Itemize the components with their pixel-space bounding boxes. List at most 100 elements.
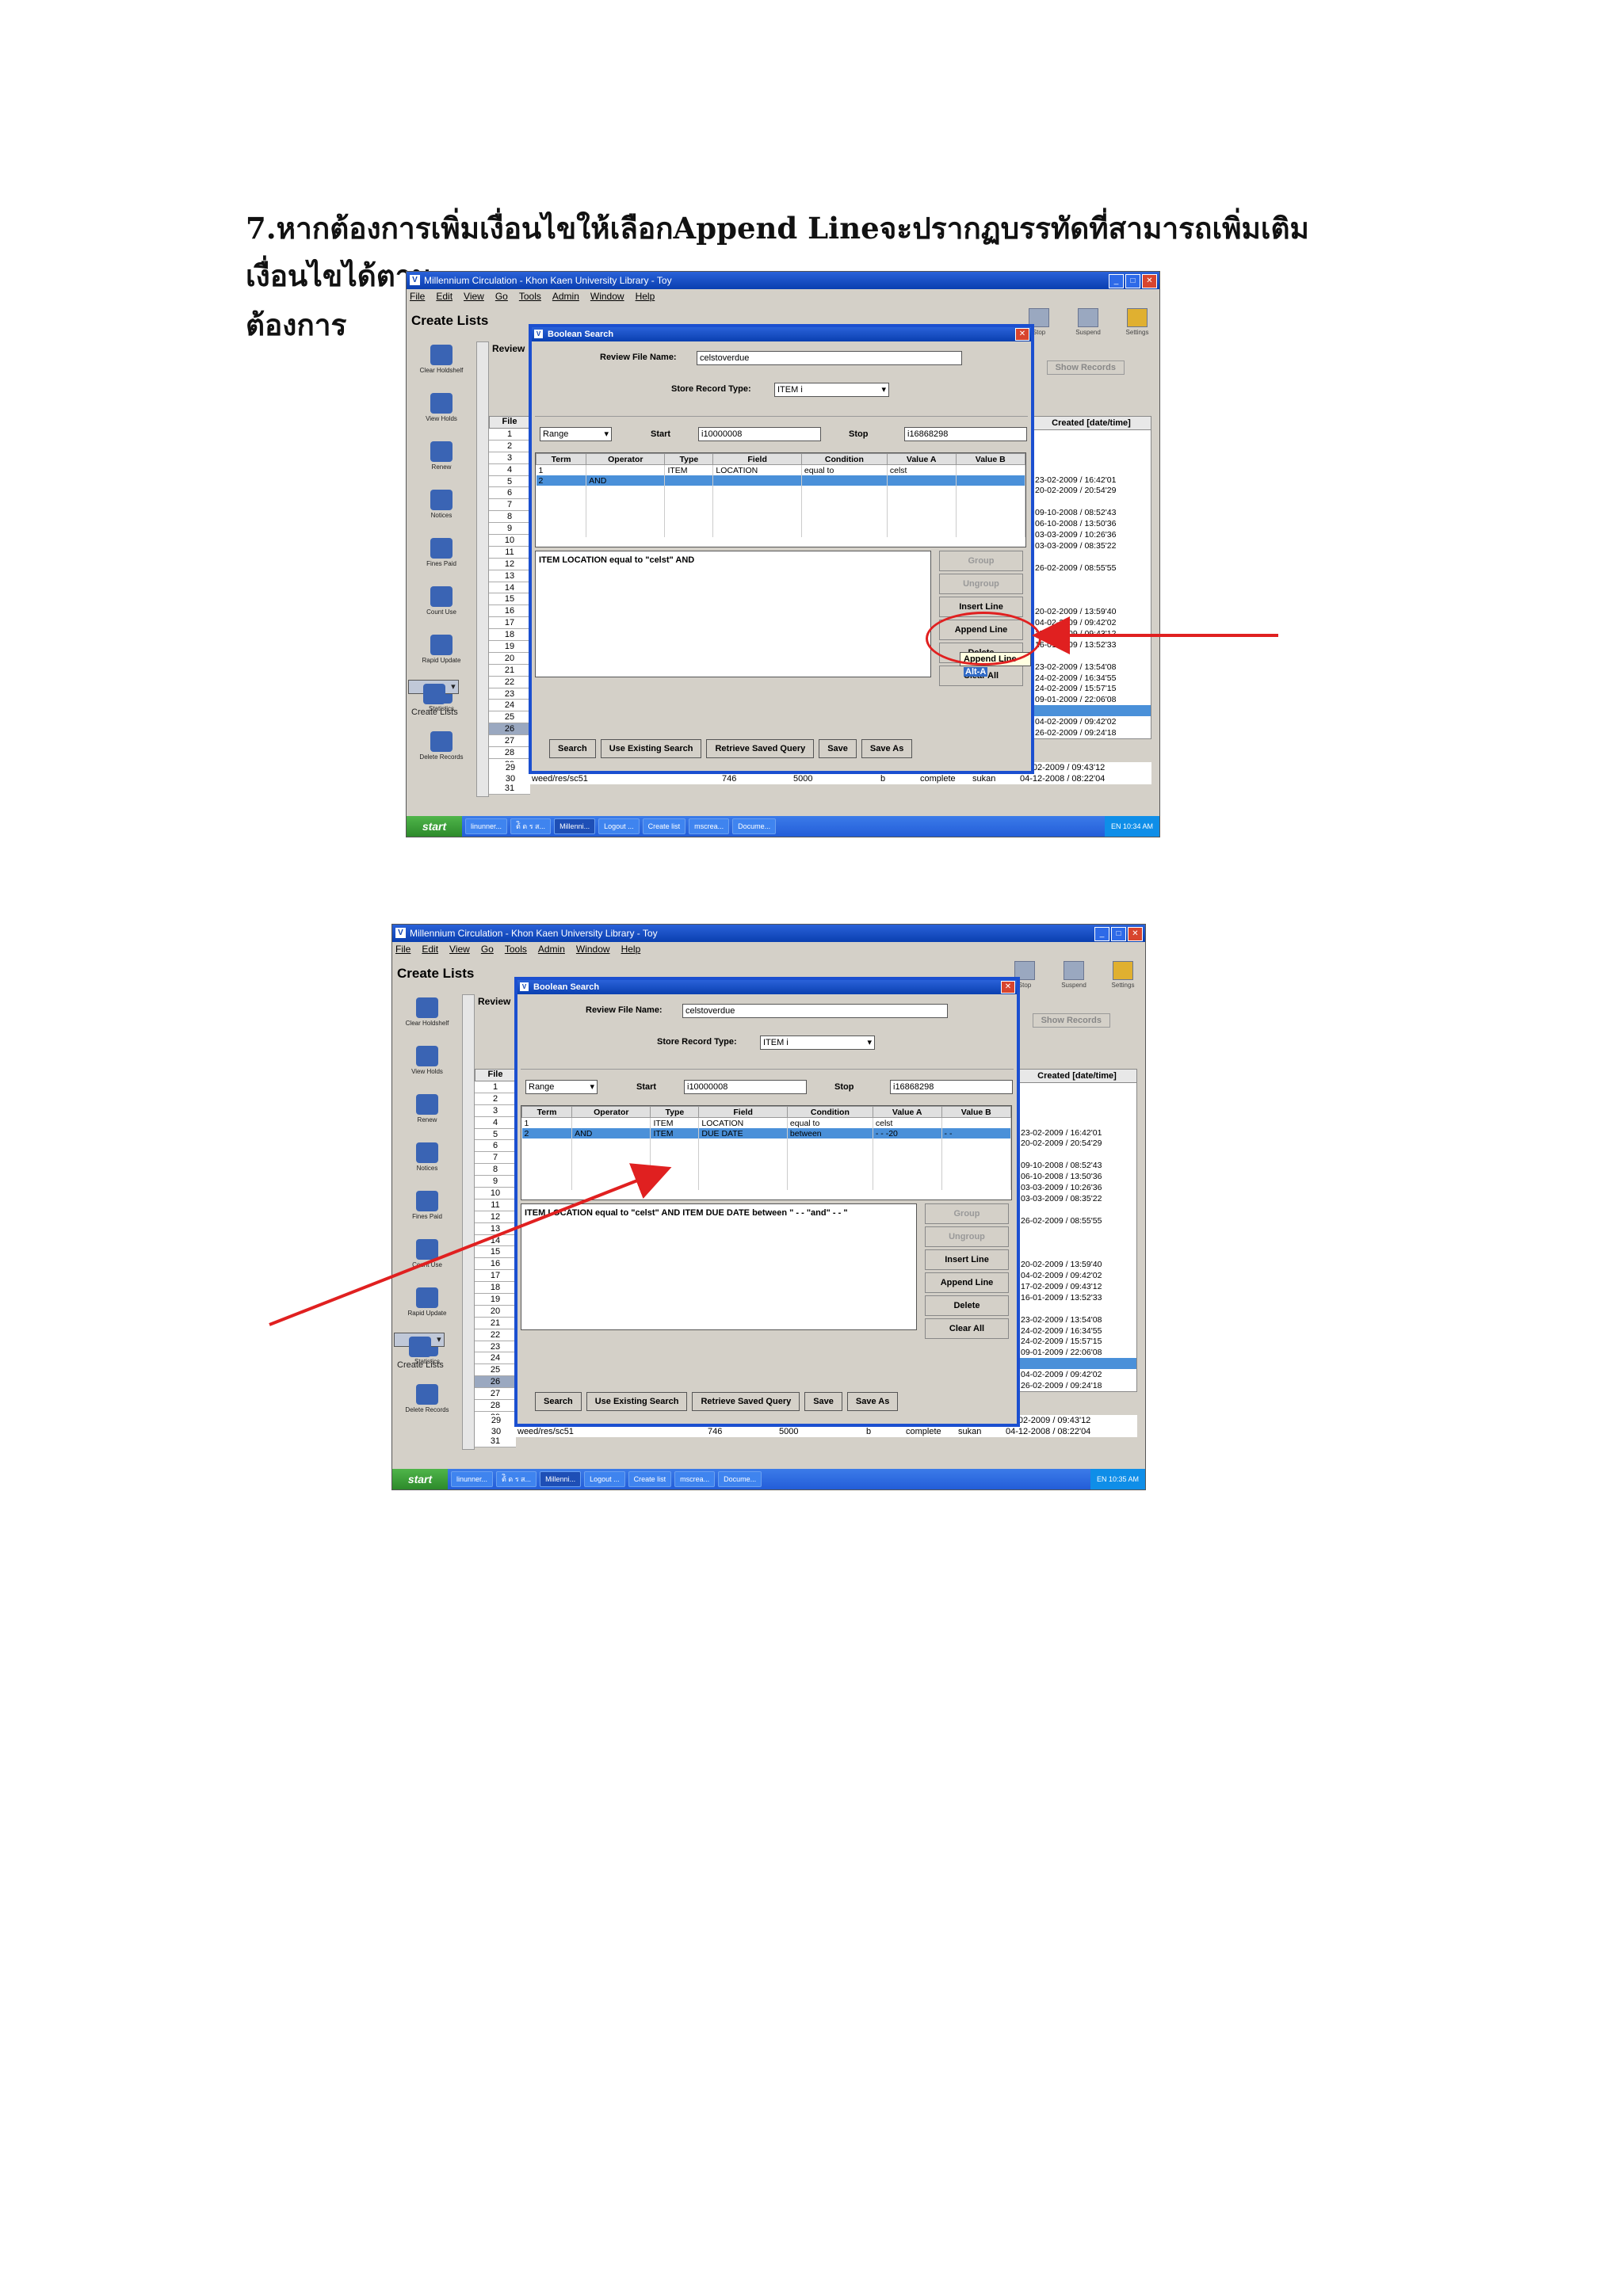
grid-cell[interactable]: ITEM xyxy=(650,1128,700,1138)
taskbar-item[interactable]: Docume... xyxy=(718,1471,762,1487)
insert-line-button[interactable]: Insert Line xyxy=(925,1249,1009,1270)
toolbar-button[interactable]: Suspend xyxy=(1056,961,1091,989)
menu-item[interactable]: Window xyxy=(590,291,624,305)
close-icon[interactable]: ✕ xyxy=(1142,274,1157,288)
grid-row[interactable]: 2 AND xyxy=(536,475,1025,486)
taskbar-item[interactable]: Millenni... xyxy=(554,818,596,834)
taskbar-item[interactable]: mscrea... xyxy=(689,818,730,834)
grid-cell[interactable] xyxy=(664,475,714,486)
taskbar-item[interactable]: mscrea... xyxy=(674,1471,716,1487)
ungroup-button[interactable]: Ungroup xyxy=(925,1226,1009,1247)
nav-item[interactable]: Rapid Update xyxy=(394,1287,460,1333)
taskbar-item[interactable]: linunner... xyxy=(465,818,508,834)
nav-item[interactable]: Delete Records xyxy=(408,731,475,776)
grid-cell[interactable]: equal to xyxy=(801,464,888,475)
save-as-button[interactable]: Save As xyxy=(846,1392,899,1411)
taskbar-item[interactable]: ต้ิ ด ร ส... xyxy=(510,818,552,834)
grid-cell[interactable]: ITEM xyxy=(664,464,714,475)
menu-item[interactable]: Window xyxy=(576,944,610,958)
range-select[interactable]: Range xyxy=(540,427,612,441)
taskbar-item[interactable]: Create list xyxy=(628,1471,672,1487)
maximize-icon[interactable]: □ xyxy=(1125,274,1140,288)
group-button[interactable]: Group xyxy=(925,1203,1009,1224)
grid-cell[interactable]: AND xyxy=(571,1128,651,1138)
nav-item[interactable]: Notices xyxy=(394,1142,460,1188)
nav-item[interactable]: Renew xyxy=(408,441,475,486)
minimize-icon[interactable]: _ xyxy=(1109,274,1124,288)
maximize-icon[interactable]: □ xyxy=(1111,927,1126,941)
toolbar-button[interactable]: Settings xyxy=(1120,308,1155,336)
clear-all-button[interactable]: Clear All xyxy=(925,1318,1009,1339)
grid-cell[interactable] xyxy=(586,464,666,475)
menu-item[interactable]: View xyxy=(449,944,470,958)
nav-item[interactable]: Clear Holdshelf xyxy=(394,997,460,1043)
nav-item[interactable]: Rapid Update xyxy=(408,635,475,680)
query-text[interactable]: ITEM LOCATION equal to "celst" AND ITEM … xyxy=(521,1203,917,1330)
grid-row[interactable]: 1 ITEM LOCATION equal to celst xyxy=(521,1117,1011,1128)
grid-cell[interactable]: between xyxy=(787,1128,873,1138)
delete-button[interactable]: Delete xyxy=(925,1295,1009,1316)
show-records-button[interactable]: Show Records xyxy=(1046,360,1125,375)
grid-cell[interactable]: LOCATION xyxy=(698,1117,788,1128)
menu-item[interactable]: Admin xyxy=(538,944,565,958)
menu-item[interactable]: Tools xyxy=(519,291,541,305)
retrieve-saved-query-button[interactable]: Retrieve Saved Query xyxy=(706,739,815,758)
grid-cell[interactable]: DUE DATE xyxy=(698,1128,788,1138)
grid-cell[interactable]: equal to xyxy=(787,1117,873,1128)
menu-item[interactable]: File xyxy=(395,944,411,958)
taskbar-item[interactable]: Docume... xyxy=(732,818,777,834)
nav-item[interactable]: Fines Paid xyxy=(394,1191,460,1236)
toolbar-button[interactable]: Suspend xyxy=(1071,308,1106,336)
append-line-button[interactable]: Append Line xyxy=(925,1272,1009,1293)
taskbar-item[interactable]: Logout ... xyxy=(584,1471,625,1487)
nav-item[interactable]: Notices xyxy=(408,490,475,535)
taskbar-item[interactable]: Create list xyxy=(642,818,686,834)
store-type-select[interactable]: ITEM i xyxy=(774,383,889,397)
group-button[interactable]: Group xyxy=(939,551,1023,571)
menu-item[interactable]: Go xyxy=(481,944,494,958)
close-icon[interactable]: ✕ xyxy=(1128,927,1143,941)
grid-cell[interactable]: 2 xyxy=(536,475,587,486)
nav-item[interactable]: Create Lists xyxy=(394,1333,445,1370)
save-as-button[interactable]: Save As xyxy=(861,739,913,758)
grid-cell[interactable] xyxy=(956,464,1025,475)
show-records-button[interactable]: Show Records xyxy=(1032,1013,1110,1028)
grid-cell[interactable]: - - -20 xyxy=(873,1128,942,1138)
nav-item[interactable]: View Holds xyxy=(408,393,475,438)
close-icon[interactable]: ✕ xyxy=(1001,981,1015,994)
nav-item[interactable]: Clear Holdshelf xyxy=(408,345,475,390)
grid-cell[interactable] xyxy=(801,475,888,486)
nav-item[interactable]: Renew xyxy=(394,1094,460,1139)
grid-cell[interactable]: 2 xyxy=(521,1128,573,1138)
start-button[interactable]: start xyxy=(407,816,462,837)
menu-item[interactable]: Go xyxy=(495,291,508,305)
grid-cell[interactable] xyxy=(887,475,957,486)
retrieve-saved-query-button[interactable]: Retrieve Saved Query xyxy=(692,1392,800,1411)
query-text[interactable]: ITEM LOCATION equal to "celst" AND xyxy=(535,551,931,677)
grid-cell[interactable]: 1 xyxy=(521,1117,573,1128)
taskbar-item[interactable]: Logout ... xyxy=(598,818,640,834)
grid-cell[interactable]: LOCATION xyxy=(712,464,802,475)
stop-input[interactable]: i16868298 xyxy=(904,427,1027,441)
menu-item[interactable]: Help xyxy=(621,944,641,958)
grid-cell[interactable] xyxy=(941,1117,1011,1128)
grid-row[interactable]: 1 ITEM LOCATION equal to celst xyxy=(536,464,1025,475)
nav-scrollbar[interactable] xyxy=(462,994,475,1450)
menu-item[interactable]: Edit xyxy=(436,291,453,305)
review-file-input[interactable]: celstoverdue xyxy=(682,1004,948,1018)
nav-item[interactable]: Count Use xyxy=(408,586,475,631)
start-button[interactable]: start xyxy=(392,1469,448,1489)
grid-row[interactable]: 2 AND ITEM DUE DATE between - - -20- - xyxy=(521,1128,1011,1138)
save-button[interactable]: Save xyxy=(819,739,857,758)
menu-item[interactable]: Edit xyxy=(422,944,438,958)
grid-cell[interactable]: - - xyxy=(941,1128,1011,1138)
grid-cell[interactable]: celst xyxy=(873,1117,942,1128)
menu-item[interactable]: Tools xyxy=(505,944,527,958)
close-icon[interactable]: ✕ xyxy=(1015,328,1029,341)
menu-item[interactable]: View xyxy=(464,291,484,305)
store-type-select[interactable]: ITEM i xyxy=(760,1035,875,1050)
taskbar-item[interactable]: ต้ิ ด ร ส... xyxy=(496,1471,537,1487)
review-file-input[interactable]: celstoverdue xyxy=(697,351,962,365)
grid-cell[interactable]: AND xyxy=(586,475,666,486)
grid-cell[interactable]: ITEM xyxy=(650,1117,700,1128)
